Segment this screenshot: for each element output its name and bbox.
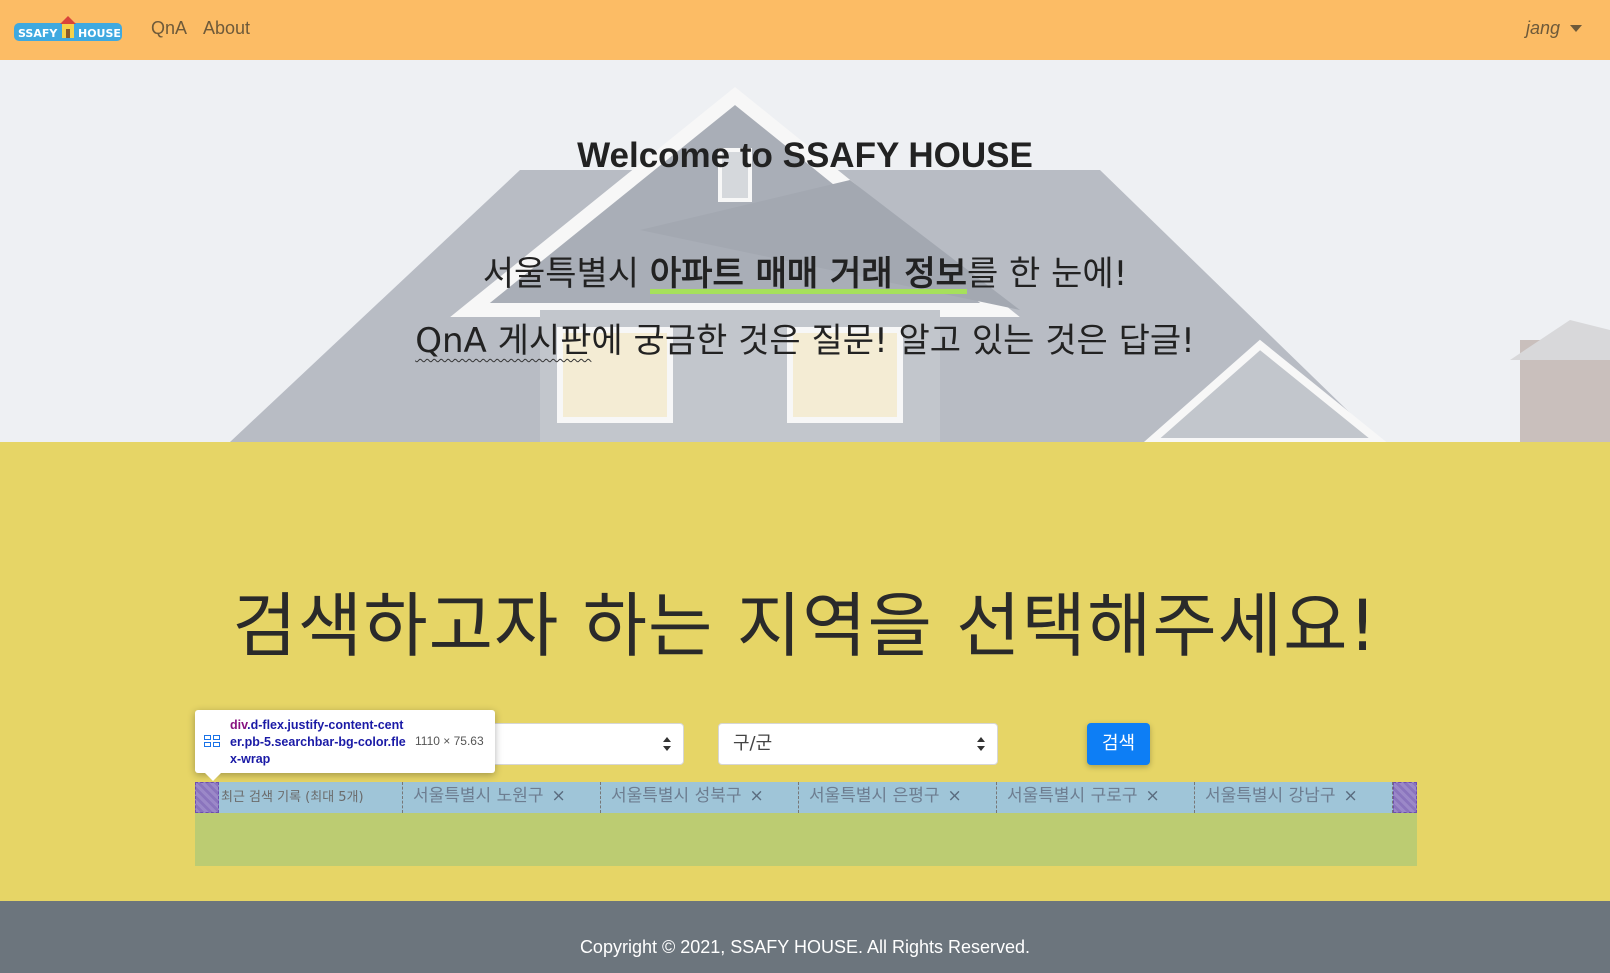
chip-label: 서울특별시 은평구 xyxy=(809,786,940,806)
close-icon[interactable]: × xyxy=(1146,782,1160,810)
navbar: SSAFY HOUSE QnA About jang xyxy=(0,0,1610,60)
padding-overlay xyxy=(1393,782,1417,813)
hero-line2-rest: 에 궁금한 것은 질문! 알고 있는 것은 답글! xyxy=(591,321,1195,361)
gugun-select-value: 구/군 xyxy=(733,733,773,754)
hero-line1-highlight: 아파트 매매 거래 정보 xyxy=(649,254,967,294)
user-menu-dropdown[interactable]: jang xyxy=(1526,18,1582,39)
hero-title: Welcome to SSAFY HOUSE xyxy=(577,136,1033,175)
recent-search-chip[interactable]: 서울특별시 성북구 × xyxy=(601,782,799,813)
recent-search-chip[interactable]: 서울특별시 강남구 × xyxy=(1195,782,1393,813)
svg-text:SSAFY: SSAFY xyxy=(18,27,58,40)
chip-label: 서울특별시 노원구 xyxy=(413,786,544,806)
search-heading: 검색하고자 하는 지역을 선택해주세요! xyxy=(232,585,1378,667)
tooltip-selector: div.d-flex.justify-content-center.pb-5.s… xyxy=(230,717,410,768)
ssafy-house-logo[interactable]: SSAFY HOUSE xyxy=(14,14,122,46)
recent-searches-label: 최근 검색 기록 (최대 5개) xyxy=(219,782,403,813)
select-arrows-icon xyxy=(977,737,985,751)
hero-section: Welcome to SSAFY HOUSE 서울특별시 아파트 매매 거래 정… xyxy=(0,60,1610,442)
hero-line1-suffix: 를 한 눈에! xyxy=(966,254,1128,294)
chip-label: 서울특별시 강남구 xyxy=(1205,786,1336,806)
select-arrows-icon xyxy=(663,737,671,751)
recent-searches-container: 최근 검색 기록 (최대 5개) 서울특별시 노원구 × 서울특별시 성북구 × 서… xyxy=(195,782,1417,866)
caret-down-icon xyxy=(1570,25,1582,32)
hero-line1-prefix: 서울특별시 xyxy=(482,254,650,294)
svg-text:HOUSE: HOUSE xyxy=(78,27,121,40)
gugun-select[interactable]: 구/군 xyxy=(718,723,998,765)
tooltip-classes: .d-flex.justify-content-center.pb-5.sear… xyxy=(230,718,406,766)
nav-link-qna[interactable]: QnA xyxy=(151,18,187,39)
recent-searches-row: 최근 검색 기록 (최대 5개) 서울특별시 노원구 × 서울특별시 성북구 × 서… xyxy=(195,782,1417,813)
footer: Copyright © 2021, SSAFY HOUSE. All Right… xyxy=(0,901,1610,973)
hero-line2-qna-board: QnA 게시판 xyxy=(415,321,592,361)
search-section: 검색하고자 하는 지역을 선택해주세요! 구/군 검색 최근 검색 기록 (최대… xyxy=(0,442,1610,901)
close-icon[interactable]: × xyxy=(948,782,962,810)
search-button[interactable]: 검색 xyxy=(1087,723,1150,765)
recent-search-chip[interactable]: 서울특별시 구로구 × xyxy=(997,782,1195,813)
close-icon[interactable]: × xyxy=(1344,782,1358,810)
user-name: jang xyxy=(1525,18,1560,38)
tooltip-size: 1110 × 75.63 xyxy=(415,734,484,748)
recent-search-chip[interactable]: 서울특별시 노원구 × xyxy=(403,782,601,813)
logo-image: SSAFY HOUSE xyxy=(14,16,122,41)
chip-label: 서울특별시 구로구 xyxy=(1007,786,1138,806)
recent-search-chip[interactable]: 서울특별시 은평구 × xyxy=(799,782,997,813)
chip-label: 서울특별시 성북구 xyxy=(611,786,742,806)
padding-overlay xyxy=(195,782,219,813)
nav-link-about[interactable]: About xyxy=(203,18,250,39)
close-icon[interactable]: × xyxy=(750,782,764,810)
flex-layout-icon xyxy=(204,735,220,747)
tooltip-tag: div xyxy=(230,718,248,732)
hero-subtitle-line1: 서울특별시 아파트 매매 거래 정보를 한 눈에! xyxy=(0,246,1610,295)
hero-subtitle-line2: QnA 게시판에 궁금한 것은 질문! 알고 있는 것은 답글! xyxy=(0,313,1610,362)
devtools-element-tooltip: div.d-flex.justify-content-center.pb-5.s… xyxy=(195,710,495,781)
footer-copyright: Copyright © 2021, SSAFY HOUSE. All Right… xyxy=(579,937,1031,957)
close-icon[interactable]: × xyxy=(552,782,566,810)
